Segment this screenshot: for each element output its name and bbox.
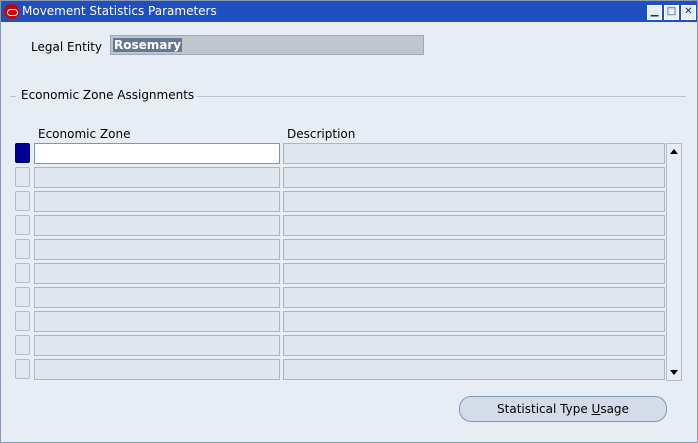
legal-entity-field[interactable]: Rosemary	[110, 35, 424, 55]
section-divider-right	[197, 96, 686, 97]
description-cell[interactable]	[283, 335, 665, 356]
button-label-before: Statistical Type	[497, 402, 592, 416]
description-cell[interactable]	[283, 311, 665, 332]
description-cell[interactable]	[283, 239, 665, 260]
statistical-type-usage-button[interactable]: Statistical Type Usage	[459, 396, 667, 422]
description-cell[interactable]	[283, 263, 665, 284]
oracle-logo-icon	[4, 4, 19, 19]
minimize-button[interactable]: ▁	[647, 5, 662, 20]
economic-zone-cell[interactable]	[34, 239, 280, 260]
economic-zone-cell[interactable]	[34, 167, 280, 188]
title-bar: Movement Statistics Parameters ▁ □ ✕	[1, 1, 697, 22]
row-indicator[interactable]	[15, 215, 30, 235]
economic-zone-cell[interactable]	[34, 311, 280, 332]
economic-zone-cell[interactable]	[34, 359, 280, 380]
header-economic-zone: Economic Zone	[38, 127, 131, 141]
economic-zone-cell[interactable]	[34, 263, 280, 284]
button-label-after: sage	[600, 402, 629, 416]
row-indicator[interactable]	[15, 263, 30, 283]
description-cell[interactable]	[283, 287, 665, 308]
description-cell[interactable]	[283, 167, 665, 188]
arrow-up-icon[interactable]	[670, 149, 678, 154]
legal-entity-value: Rosemary	[113, 38, 183, 52]
economic-zone-cell[interactable]	[34, 335, 280, 356]
row-indicator[interactable]	[15, 335, 30, 355]
economic-zone-cell[interactable]	[34, 143, 280, 164]
row-indicator[interactable]	[15, 359, 30, 379]
row-indicator[interactable]	[15, 311, 30, 331]
description-cell[interactable]	[283, 359, 665, 380]
section-title: Economic Zone Assignments	[21, 88, 195, 102]
description-cell[interactable]	[283, 143, 665, 164]
table-scrollbar[interactable]	[666, 143, 682, 381]
section-divider-left	[10, 96, 16, 97]
close-button[interactable]: ✕	[681, 5, 696, 20]
description-cell[interactable]	[283, 191, 665, 212]
button-label-mnemonic: U	[591, 402, 601, 416]
arrow-down-icon[interactable]	[670, 370, 678, 375]
description-cell[interactable]	[283, 215, 665, 236]
row-indicator[interactable]	[15, 287, 30, 307]
economic-zone-cell[interactable]	[34, 191, 280, 212]
movement-statistics-window: Movement Statistics Parameters ▁ □ ✕ Leg…	[0, 0, 698, 443]
row-indicator[interactable]	[15, 143, 30, 163]
legal-entity-label: Legal Entity	[31, 40, 103, 54]
header-description: Description	[287, 127, 356, 141]
economic-zone-cell[interactable]	[34, 215, 280, 236]
row-indicator[interactable]	[15, 191, 30, 211]
row-indicator[interactable]	[15, 239, 30, 259]
window-title: Movement Statistics Parameters	[22, 4, 217, 18]
economic-zone-cell[interactable]	[34, 287, 280, 308]
maximize-button[interactable]: □	[664, 5, 679, 20]
row-indicator[interactable]	[15, 167, 30, 187]
